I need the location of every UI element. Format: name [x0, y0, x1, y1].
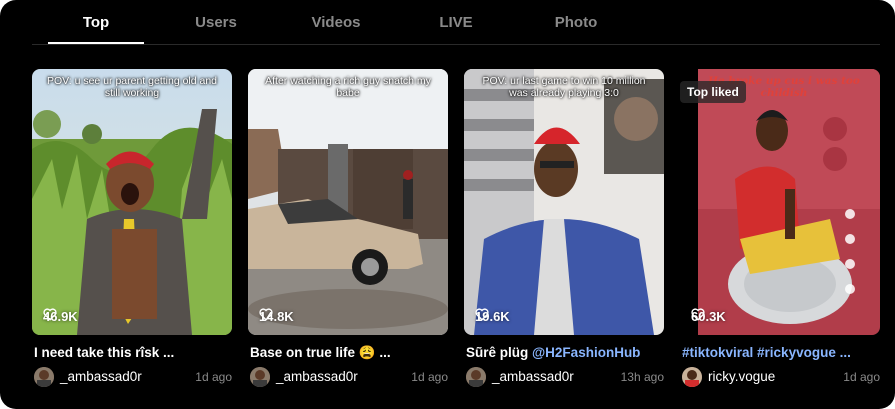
tab-top[interactable]: Top	[48, 14, 144, 34]
like-count: 46.9K	[43, 308, 78, 324]
like-count: 19.6K	[475, 308, 510, 324]
video-overlay-text: POV: ur last game to win 10 million was …	[482, 75, 646, 99]
thumbnail-image	[248, 69, 448, 335]
avatar[interactable]	[34, 367, 54, 387]
video-thumbnail[interactable]: He broke up cus i was too childish Top l…	[680, 69, 880, 335]
video-meta: ricky.vogue 1d ago	[682, 367, 880, 387]
video-title[interactable]: #tiktokviral #rickyvogue ...	[682, 345, 880, 360]
video-overlay-text: POV: u see ur parent getting old and sti…	[46, 75, 218, 99]
video-meta: _ambassad0r 13h ago	[466, 367, 664, 387]
video-title-text: Sũrê plüg	[466, 345, 533, 360]
video-card[interactable]: He broke up cus i was too childish Top l…	[680, 69, 880, 387]
search-results-panel: Top Users Videos LIVE Photo POV: u see u…	[0, 0, 895, 409]
video-card[interactable]: After watching a rich guy snatch my babe…	[248, 69, 448, 387]
video-title[interactable]: I need take this rîsk ...	[34, 345, 232, 360]
video-thumbnail[interactable]: After watching a rich guy snatch my babe…	[248, 69, 448, 335]
video-meta: _ambassad0r 1d ago	[34, 367, 232, 387]
mention-link[interactable]: @H2FashionHub	[532, 345, 640, 360]
heart-icon	[475, 308, 489, 321]
heart-icon	[43, 308, 57, 321]
avatar[interactable]	[466, 367, 486, 387]
tab-users[interactable]: Users	[184, 14, 248, 34]
tab-photo[interactable]: Photo	[547, 14, 605, 34]
like-count: 14.8K	[259, 308, 294, 324]
video-overlay-text: After watching a rich guy snatch my babe	[265, 75, 431, 99]
username[interactable]: ricky.vogue	[708, 369, 775, 384]
active-tab-indicator	[48, 42, 144, 44]
username[interactable]: _ambassad0r	[276, 369, 358, 384]
post-time: 1d ago	[411, 370, 448, 384]
post-time: 1d ago	[195, 370, 232, 384]
thumbnail-image	[464, 69, 664, 335]
heart-icon	[259, 308, 273, 321]
avatar[interactable]	[250, 367, 270, 387]
video-title[interactable]: Sũrê plüg @H2FashionHub	[466, 345, 664, 360]
top-liked-badge: Top liked	[680, 81, 746, 103]
post-time: 13h ago	[620, 370, 664, 384]
tab-live[interactable]: LIVE	[430, 14, 482, 34]
video-card[interactable]: POV: u see ur parent getting old and sti…	[32, 69, 232, 387]
video-thumbnail[interactable]: POV: ur last game to win 10 million was …	[464, 69, 664, 335]
video-card[interactable]: POV: ur last game to win 10 million was …	[464, 69, 664, 387]
thumbnail-image	[32, 69, 232, 335]
hashtag-links[interactable]: #tiktokviral #rickyvogue ...	[682, 345, 851, 360]
thumbnail-image	[680, 69, 880, 335]
username[interactable]: _ambassad0r	[60, 369, 142, 384]
video-meta: _ambassad0r 1d ago	[250, 367, 448, 387]
avatar[interactable]	[682, 367, 702, 387]
post-time: 1d ago	[843, 370, 880, 384]
tab-videos[interactable]: Videos	[298, 14, 374, 34]
search-tabs: Top Users Videos LIVE Photo	[32, 0, 880, 45]
video-thumbnail[interactable]: POV: u see ur parent getting old and sti…	[32, 69, 232, 335]
heart-icon	[691, 308, 705, 321]
video-title[interactable]: Base on true life 😩 ...	[250, 345, 448, 361]
username[interactable]: _ambassad0r	[492, 369, 574, 384]
like-count: 60.3K	[691, 308, 726, 324]
